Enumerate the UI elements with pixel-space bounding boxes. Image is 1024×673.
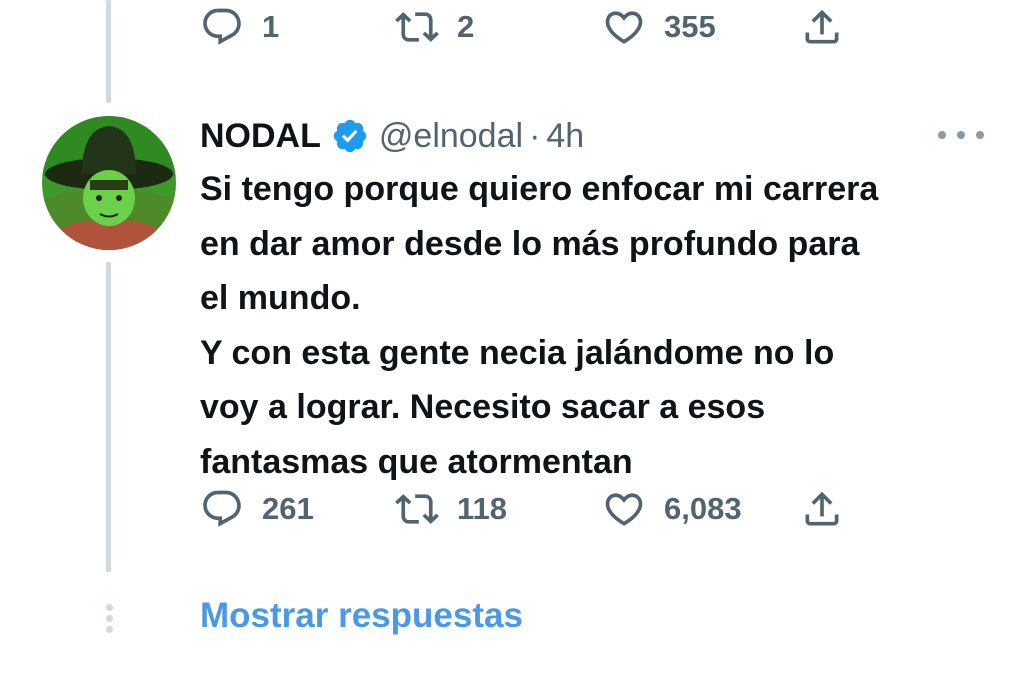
heart-icon [605,11,643,44]
verified-badge-icon [333,119,367,153]
retweet-icon [395,494,439,524]
more-icon[interactable] [938,120,984,150]
display-name[interactable]: NODAL [200,117,321,156]
share-icon [805,9,839,44]
heart-icon [605,493,643,526]
like-count: 355 [664,9,716,44]
like-count: 6,083 [664,491,742,526]
timestamp[interactable]: 4h [546,117,584,156]
reply-count: 261 [262,491,314,526]
share-button[interactable] [800,2,844,52]
like-button[interactable]: 6,083 [602,484,742,534]
reply-count: 1 [262,9,280,44]
separator-dot: · [529,116,541,155]
tweet-text: Si tengo porque quiero enfocar mi carrer… [200,162,1000,489]
tweet-text-line: voy a lograr. Necesito sacar a esos [200,388,766,426]
retweet-count: 2 [457,9,475,44]
avatar[interactable] [42,116,176,250]
share-icon [805,491,839,526]
retweet-icon [395,12,439,42]
retweet-button[interactable]: 118 [395,484,507,534]
retweet-count: 118 [457,491,508,526]
username-handle[interactable]: @elnodal [379,117,523,156]
reply-icon [203,8,241,45]
avatar-image [42,116,176,250]
tweet-text-line: Si tengo porque quiero enfocar mi carrer… [200,170,879,208]
show-replies-link[interactable]: Mostrar respuestas [200,596,523,636]
thread-dots [104,604,114,637]
share-button[interactable] [800,484,844,534]
thread-line-top [106,0,111,103]
reply-button[interactable]: 1 [200,2,279,52]
thread-line [106,262,111,572]
reply-icon [203,490,241,527]
tweet-text-line: en dar amor desde lo más profundo para [200,224,860,263]
tweet-text-line: Y con esta gente necia jalándome no lo [200,333,835,372]
retweet-button[interactable]: 2 [395,2,474,52]
tweet-header: NODAL @elnodal · 4h [200,113,584,159]
reply-button[interactable]: 261 [200,484,314,534]
like-button[interactable]: 355 [602,2,716,52]
tweet-text-line: el mundo. [200,279,361,317]
tweet-text-line: fantasmas que atormentan [200,442,633,481]
